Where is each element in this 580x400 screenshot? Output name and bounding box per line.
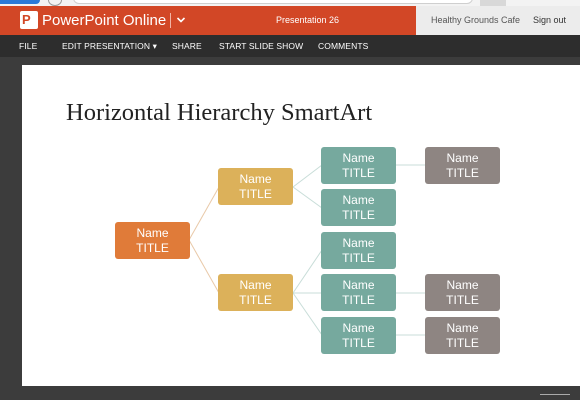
connector-b-child-1: [292, 249, 323, 294]
node-name: Name: [342, 235, 375, 250]
connector-a-child-2: [292, 186, 323, 209]
connector-root-branch-b: [188, 239, 220, 294]
user-name[interactable]: Healthy Grounds Cafe: [431, 15, 520, 26]
menu-share[interactable]: SHARE: [172, 41, 202, 51]
browser-address-bar[interactable]: [73, 0, 473, 4]
title-separator: [170, 13, 171, 28]
node-branch-b[interactable]: Name TITLE: [218, 274, 293, 311]
node-name: Name: [239, 171, 272, 186]
powerpoint-logo-icon: P: [20, 11, 38, 29]
node-title: TITLE: [342, 292, 375, 307]
status-bar-controls[interactable]: [540, 394, 570, 400]
node-name: Name: [446, 320, 479, 335]
browser-back-button[interactable]: [0, 0, 40, 4]
node-b-child-3[interactable]: Name TITLE: [321, 317, 396, 354]
menu-edit-presentation[interactable]: EDIT PRESENTATION ▾: [62, 41, 157, 51]
node-title: TITLE: [239, 292, 272, 307]
node-name: Name: [342, 192, 375, 207]
menu-file[interactable]: FILE: [19, 41, 37, 51]
node-title: TITLE: [342, 250, 375, 265]
node-a-child-1-leaf[interactable]: Name TITLE: [425, 147, 500, 184]
ribbon-menu-bar: FILE EDIT PRESENTATION ▾ SHARE START SLI…: [0, 35, 580, 57]
connector-a-child-1: [292, 164, 323, 188]
connector-root-branch-a: [188, 186, 220, 241]
node-a-child-2[interactable]: Name TITLE: [321, 189, 396, 226]
chevron-down-icon[interactable]: [176, 15, 186, 25]
node-title: TITLE: [342, 207, 375, 222]
node-b-child-1[interactable]: Name TITLE: [321, 232, 396, 269]
menu-start-slide-show[interactable]: START SLIDE SHOW: [219, 41, 303, 51]
node-branch-a[interactable]: Name TITLE: [218, 168, 293, 205]
node-name: Name: [446, 277, 479, 292]
node-title: TITLE: [342, 335, 375, 350]
node-title: TITLE: [342, 165, 375, 180]
node-b-child-2[interactable]: Name TITLE: [321, 274, 396, 311]
node-name: Name: [342, 150, 375, 165]
menu-comments[interactable]: COMMENTS: [318, 41, 368, 51]
node-name: Name: [239, 277, 272, 292]
node-name: Name: [136, 225, 169, 240]
node-title: TITLE: [239, 186, 272, 201]
node-name: Name: [446, 150, 479, 165]
node-b-child-2-leaf[interactable]: Name TITLE: [425, 274, 500, 311]
status-bar: [0, 392, 580, 400]
node-a-child-1[interactable]: Name TITLE: [321, 147, 396, 184]
node-title: TITLE: [136, 240, 169, 255]
node-root[interactable]: Name TITLE: [115, 222, 190, 259]
slide-canvas[interactable]: Horizontal Hierarchy SmartArt Name TITLE…: [22, 65, 580, 386]
sign-out-link[interactable]: Sign out: [533, 15, 566, 26]
document-title[interactable]: Presentation 26: [276, 15, 339, 26]
node-name: Name: [342, 277, 375, 292]
app-name[interactable]: PowerPoint Online: [42, 11, 166, 30]
app-title-bar: P PowerPoint Online Presentation 26 Heal…: [0, 6, 580, 35]
node-title: TITLE: [446, 292, 479, 307]
connector-b-child-3: [292, 292, 323, 336]
node-name: Name: [342, 320, 375, 335]
account-area: Healthy Grounds Cafe Sign out: [416, 6, 580, 35]
node-title: TITLE: [446, 335, 479, 350]
node-title: TITLE: [446, 165, 479, 180]
node-b-child-3-leaf[interactable]: Name TITLE: [425, 317, 500, 354]
